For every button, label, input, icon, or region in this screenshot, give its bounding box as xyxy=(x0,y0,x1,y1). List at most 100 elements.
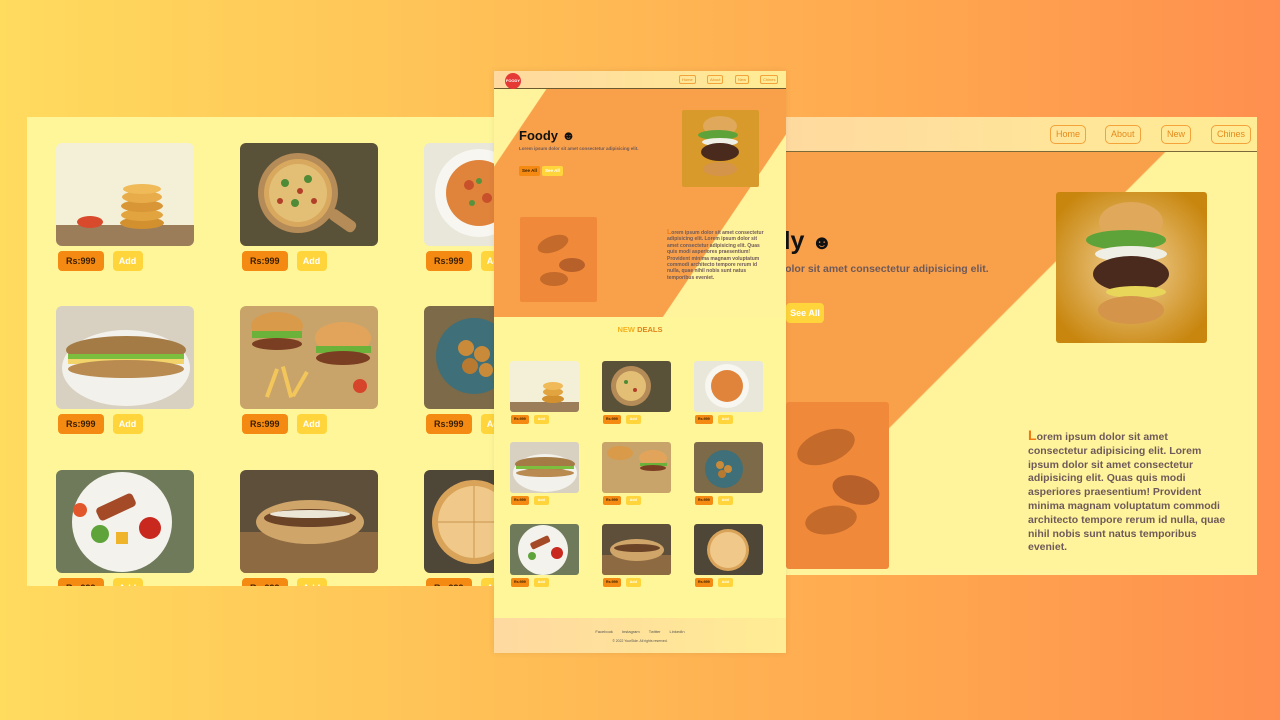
new-deals-heading: NEW DEALS xyxy=(494,325,786,334)
pizza-board-food-photo xyxy=(240,143,378,246)
price-button[interactable]: Rs:999 xyxy=(695,496,713,505)
add-button[interactable]: Add xyxy=(296,251,327,271)
add-button[interactable]: Add xyxy=(112,414,143,434)
copyright-text: © 2022 YourSide. All rights reserved. xyxy=(612,639,668,643)
footer-link-facebook[interactable]: Facebook xyxy=(595,629,613,634)
add-button[interactable]: Add xyxy=(533,496,549,505)
add-button[interactable]: Add xyxy=(112,251,143,271)
fried-chicken-image xyxy=(520,217,597,302)
price-button[interactable]: Rs:999 xyxy=(511,578,529,587)
mobile-preview-panel: FOODY Home About New Chines Foody ☻ Lore… xyxy=(494,71,786,653)
price-button[interactable]: Rs:999 xyxy=(242,414,288,434)
add-button[interactable]: Add xyxy=(625,415,641,424)
pizza-whole-food-photo xyxy=(694,524,763,575)
price-button[interactable]: Rs:999 xyxy=(426,578,472,586)
product-card: Rs:999 Add xyxy=(694,361,763,424)
see-all-button[interactable]: See All xyxy=(786,303,824,323)
product-card: Rs:999 Add xyxy=(56,306,194,434)
smiley-icon: ☻ xyxy=(811,232,833,254)
mobile-hero-title: Foody ☻ xyxy=(519,128,576,143)
hot-dog-food-photo xyxy=(240,470,378,573)
all-button[interactable]: See All xyxy=(519,166,540,176)
product-card: Rs:999 Add xyxy=(56,143,194,271)
deals-word-deals: DEALS xyxy=(637,325,663,334)
nav-home-button[interactable]: Home xyxy=(1050,125,1087,144)
add-button[interactable]: Add xyxy=(533,578,549,587)
footer-link-twitter[interactable]: Twitter xyxy=(649,629,661,634)
price-button[interactable]: Rs:999 xyxy=(603,496,621,505)
see-all-button[interactable]: See All xyxy=(542,166,563,176)
price-button[interactable]: Rs:999 xyxy=(695,578,713,587)
price-button[interactable]: Rs:999 xyxy=(603,415,621,424)
price-button[interactable]: Rs:999 xyxy=(58,414,104,434)
product-card: Rs:999 Add xyxy=(240,470,378,586)
price-button[interactable]: Rs:999 xyxy=(242,251,288,271)
burger-hero-image xyxy=(1056,192,1207,343)
fried-chicken-image xyxy=(786,402,889,569)
mobile-hero-subtitle: Lorem ipsum dolor sit amet consectetur a… xyxy=(519,146,639,151)
desktop-navbar: Home About New Chines xyxy=(760,117,1257,152)
mobile-footer: Facebook Instagram Twitter LinkedIn © 20… xyxy=(494,618,786,653)
price-button[interactable]: Rs:999 xyxy=(426,414,472,434)
chicken-patties-food-photo xyxy=(56,143,194,246)
product-card: Rs:999 Add xyxy=(240,143,378,271)
product-card: Rs:999 Add xyxy=(510,524,579,587)
footer-links: Facebook Instagram Twitter LinkedIn xyxy=(494,629,786,634)
product-grid-panel: Rs:999 Add Rs:999 Add Rs:999 Rs:999 Add … xyxy=(27,117,507,586)
nav-chines-button[interactable]: Chines xyxy=(1211,125,1252,144)
hero-subtitle: um dolor sit amet consectetur adipisicin… xyxy=(760,263,989,275)
burgers-fries-food-photo xyxy=(240,306,378,409)
fried-balls-food-photo xyxy=(694,442,763,493)
foody-logo[interactable]: FOODY xyxy=(505,73,521,89)
price-button[interactable]: Rs:999 xyxy=(58,578,104,586)
nav-new-button[interactable]: New xyxy=(1161,125,1192,144)
price-button[interactable]: Rs:999 xyxy=(58,251,104,271)
mobile-hero-description: Lorem ipsum dolor sit amet consectetur a… xyxy=(667,229,765,281)
grilled-salad-food-photo xyxy=(510,524,579,575)
description-text: orem ipsum dolor sit amet consectetur ad… xyxy=(1028,431,1226,554)
nav-about-button[interactable]: About xyxy=(1105,125,1141,144)
mobile-navbar: FOODY Home About New Chines xyxy=(494,71,786,89)
add-button[interactable]: Add xyxy=(717,496,733,505)
add-button[interactable]: Add xyxy=(717,578,733,587)
chicken-patties-food-photo xyxy=(510,361,579,412)
price-button[interactable]: Rs:999 xyxy=(695,415,713,424)
product-card: Rs:999 Add xyxy=(510,442,579,505)
pizza-board-food-photo xyxy=(602,361,671,412)
nav-new-button[interactable]: New xyxy=(735,75,750,84)
add-button[interactable]: Add xyxy=(296,414,327,434)
deals-word-new: NEW xyxy=(617,325,635,334)
sub-sandwich-food-photo xyxy=(510,442,579,493)
product-card: Rs:999 Add xyxy=(240,306,378,434)
price-button[interactable]: Rs:999 xyxy=(511,496,529,505)
product-card: Rs:999 Add xyxy=(602,524,671,587)
hot-dog-food-photo xyxy=(602,524,671,575)
burgers-fries-food-photo xyxy=(602,442,671,493)
dropcap-letter: L xyxy=(1028,427,1037,443)
price-button[interactable]: Rs:999 xyxy=(426,251,472,271)
product-card: Rs:999 Add xyxy=(56,470,194,586)
footer-link-instagram[interactable]: Instagram xyxy=(622,629,640,634)
price-button[interactable]: Rs:999 xyxy=(242,578,288,586)
product-card: Rs:999 Add xyxy=(694,442,763,505)
footer-link-linkedin[interactable]: LinkedIn xyxy=(670,629,685,634)
price-button[interactable]: Rs:999 xyxy=(603,578,621,587)
sub-sandwich-food-photo xyxy=(56,306,194,409)
product-card: Rs:999 Add xyxy=(694,524,763,587)
price-button[interactable]: Rs:999 xyxy=(511,415,529,424)
product-card: Rs:999 Add xyxy=(602,442,671,505)
product-card: Rs:999 Add xyxy=(510,361,579,424)
add-button[interactable]: Add xyxy=(625,578,641,587)
add-button[interactable]: Add xyxy=(112,578,143,586)
add-button[interactable]: Add xyxy=(296,578,327,586)
description-text: orem ipsum dolor sit amet consectetur ad… xyxy=(667,230,764,281)
add-button[interactable]: Add xyxy=(625,496,641,505)
nav-chines-button[interactable]: Chines xyxy=(760,75,779,84)
nav-about-button[interactable]: About xyxy=(707,75,724,84)
grilled-salad-food-photo xyxy=(56,470,194,573)
hero-description: Lorem ipsum dolor sit amet consectetur a… xyxy=(1028,427,1228,555)
nav-home-button[interactable]: Home xyxy=(679,75,696,84)
add-button[interactable]: Add xyxy=(533,415,549,424)
pasta-bowl-food-photo xyxy=(694,361,763,412)
add-button[interactable]: Add xyxy=(717,415,733,424)
